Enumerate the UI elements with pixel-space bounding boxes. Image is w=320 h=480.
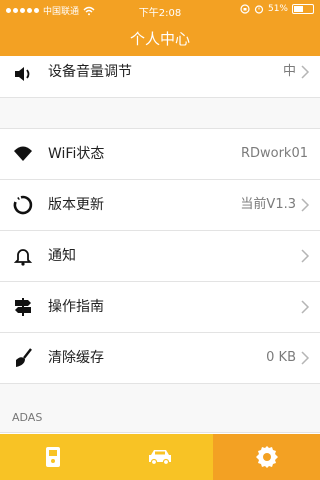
settings-item-value: 当前V1.3 [240, 197, 296, 212]
gear-icon [255, 446, 278, 468]
settings-item-update[interactable]: 版本更新 当前V1.3 [0, 180, 320, 231]
wifi-icon [14, 146, 32, 161]
page-title: 个人中心 [129, 29, 190, 48]
chevron-right-icon [301, 351, 310, 365]
settings-item-value: 0 KB [266, 350, 296, 365]
tab-bar [0, 434, 320, 480]
update-icon [13, 195, 33, 215]
battery-icon [292, 4, 314, 14]
settings-item-label: 通知 [48, 248, 76, 264]
settings-item-guide[interactable]: 操作指南 [0, 282, 320, 333]
settings-list[interactable]: 设备音量调节 中 WiFi状态 RDwork01 版本更新 当前V1.3 通知 [0, 56, 320, 434]
settings-item-label: 版本更新 [48, 197, 104, 213]
device-icon [46, 447, 61, 467]
signpost-icon [15, 298, 31, 316]
settings-item-clear-cache[interactable]: 清除缓存 0 KB [0, 333, 320, 384]
bell-icon [13, 249, 33, 266]
tab-car[interactable] [107, 434, 214, 480]
settings-item-label: 清除缓存 [48, 350, 104, 366]
settings-item-volume[interactable]: 设备音量调节 中 [0, 56, 320, 98]
settings-item-notification[interactable]: 通知 [0, 231, 320, 282]
status-bar: 中国联通 下午2:08 51% [0, 0, 320, 20]
section-gap [0, 98, 320, 129]
status-right: 51% [240, 4, 314, 14]
rotation-lock-icon [240, 4, 250, 14]
battery-percent: 51% [267, 4, 288, 14]
settings-item-value: 中 [282, 64, 296, 79]
chevron-right-icon [301, 249, 310, 263]
tab-settings[interactable] [213, 434, 320, 480]
settings-item-label: WiFi状态 [48, 146, 105, 162]
battery-level [294, 6, 304, 12]
settings-item-label: 设备音量调节 [48, 64, 132, 80]
page-header: 个人中心 [0, 20, 320, 56]
section-label: ADAS [12, 411, 43, 424]
section-header-adas: ADAS [0, 384, 320, 433]
car-icon [149, 450, 171, 466]
settings-item-wifi[interactable]: WiFi状态 RDwork01 [0, 129, 320, 180]
brush-icon [16, 348, 32, 367]
tab-device[interactable] [0, 434, 107, 480]
settings-item-label: 操作指南 [48, 299, 104, 315]
alarm-icon [254, 5, 264, 14]
chevron-right-icon [301, 300, 310, 314]
volume-icon [15, 67, 30, 81]
settings-item-value: RDwork01 [240, 146, 308, 161]
chevron-right-icon [301, 65, 310, 79]
chevron-right-icon [301, 198, 310, 212]
